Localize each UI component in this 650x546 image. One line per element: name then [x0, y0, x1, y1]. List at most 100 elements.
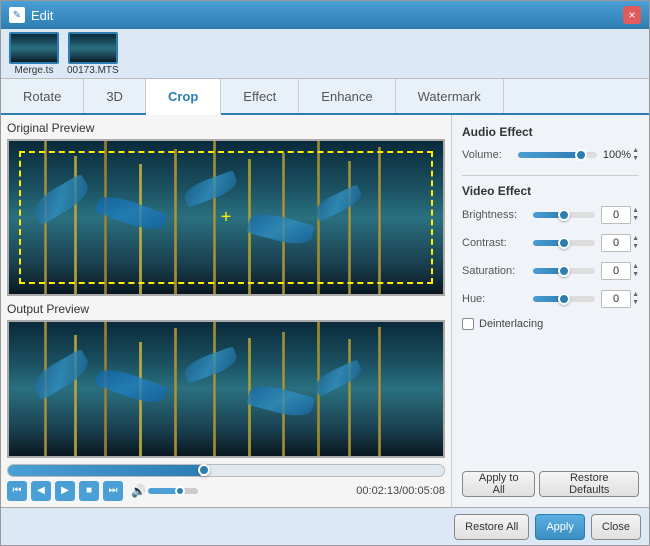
restore-defaults-button[interactable]: Restore Defaults — [539, 471, 639, 497]
tab-enhance[interactable]: Enhance — [299, 79, 395, 113]
hue-thumb[interactable] — [558, 293, 570, 305]
contrast-value-box: ▲ ▼ — [601, 234, 639, 252]
edit-window: ✎ Edit × Merge.ts 00173.MTS Rotate 3D Cr… — [0, 0, 650, 546]
volume-slider-track[interactable] — [518, 152, 597, 158]
brightness-down[interactable]: ▼ — [632, 215, 639, 223]
brightness-slider[interactable] — [533, 212, 595, 218]
saturation-input[interactable] — [601, 262, 631, 280]
volume-icon: 🔊 — [131, 484, 146, 498]
apply-to-all-button[interactable]: Apply to All — [462, 471, 535, 497]
saturation-up[interactable]: ▲ — [632, 263, 639, 271]
preview-panel: Original Preview — [1, 115, 451, 507]
hue-input[interactable] — [601, 290, 631, 308]
saturation-slider[interactable] — [533, 268, 595, 274]
volume-label: Volume: — [462, 149, 512, 161]
audio-effect-title: Audio Effect — [462, 125, 639, 139]
original-preview-video: + — [7, 139, 445, 296]
deinterlacing-label: Deinterlacing — [479, 318, 543, 330]
hue-spinner[interactable]: ▲ ▼ — [632, 291, 639, 307]
volume-slider-thumb[interactable] — [575, 149, 587, 161]
hue-down[interactable]: ▼ — [632, 299, 639, 307]
files-bar: Merge.ts 00173.MTS — [1, 29, 649, 79]
skip-back-button[interactable]: ⏮ — [7, 481, 27, 501]
top-action-buttons: Apply to All Restore Defaults — [462, 471, 639, 497]
timeline-bar[interactable] — [7, 464, 445, 477]
volume-spinner[interactable]: ▲ ▼ — [632, 147, 639, 163]
file-label-mts: 00173.MTS — [67, 65, 119, 76]
divider-1 — [462, 175, 639, 176]
bottom-bar: Restore All Apply Close — [1, 507, 649, 545]
volume-thumb[interactable] — [175, 486, 185, 496]
time-display: 00:02:13/00:05:08 — [356, 485, 445, 497]
volume-slider[interactable] — [148, 488, 198, 494]
file-item-mts[interactable]: 00173.MTS — [67, 32, 119, 76]
close-icon[interactable]: × — [623, 6, 641, 24]
app-icon: ✎ — [9, 7, 25, 23]
stop-button[interactable]: ■ — [79, 481, 99, 501]
timeline-thumb[interactable] — [198, 464, 210, 476]
saturation-thumb[interactable] — [558, 265, 570, 277]
contrast-down[interactable]: ▼ — [632, 243, 639, 251]
volume-area: 🔊 — [131, 484, 198, 498]
play-button[interactable]: ▶ — [55, 481, 75, 501]
file-thumb-merge — [9, 32, 59, 64]
hue-label: Hue: — [462, 293, 527, 305]
tabs-bar: Rotate 3D Crop Effect Enhance Watermark — [1, 79, 649, 115]
file-label-merge: Merge.ts — [15, 65, 54, 76]
original-preview-label: Original Preview — [7, 121, 445, 135]
saturation-value-box: ▲ ▼ — [601, 262, 639, 280]
tab-crop[interactable]: Crop — [146, 79, 221, 115]
controls-bar: ⏮ ◀ ▶ ■ ⏭ 🔊 00:02:13/00:05:08 — [7, 481, 445, 501]
play-back-button[interactable]: ◀ — [31, 481, 51, 501]
crop-crosshair: + — [221, 207, 232, 228]
brightness-thumb[interactable] — [558, 209, 570, 221]
output-preview-label: Output Preview — [7, 302, 445, 316]
contrast-label: Contrast: — [462, 237, 527, 249]
contrast-row: Contrast: ▲ ▼ — [462, 234, 639, 252]
right-panel: Audio Effect Volume: 100% ▲ ▼ Video Effe… — [451, 115, 649, 507]
file-item-merge[interactable]: Merge.ts — [9, 32, 59, 76]
output-scene — [9, 322, 443, 456]
volume-value: 100% ▲ ▼ — [603, 147, 639, 163]
deinterlacing-checkbox[interactable] — [462, 318, 474, 330]
brightness-row: Brightness: ▲ ▼ — [462, 206, 639, 224]
contrast-spinner[interactable]: ▲ ▼ — [632, 235, 639, 251]
apply-button[interactable]: Apply — [535, 514, 585, 540]
brightness-spinner[interactable]: ▲ ▼ — [632, 207, 639, 223]
original-scene: + — [9, 141, 443, 294]
bottom-buttons: Restore All Apply Close — [9, 514, 641, 540]
hue-slider[interactable] — [533, 296, 595, 302]
brightness-value-box: ▲ ▼ — [601, 206, 639, 224]
restore-all-button[interactable]: Restore All — [454, 514, 529, 540]
contrast-input[interactable] — [601, 234, 631, 252]
contrast-thumb[interactable] — [558, 237, 570, 249]
tab-watermark[interactable]: Watermark — [396, 79, 504, 113]
saturation-down[interactable]: ▼ — [632, 271, 639, 279]
volume-up-arrow[interactable]: ▲ — [632, 147, 639, 155]
close-button[interactable]: Close — [591, 514, 641, 540]
tab-rotate[interactable]: Rotate — [1, 79, 84, 113]
hue-value-box: ▲ ▼ — [601, 290, 639, 308]
skip-fwd-button[interactable]: ⏭ — [103, 481, 123, 501]
hue-up[interactable]: ▲ — [632, 291, 639, 299]
brightness-input[interactable] — [601, 206, 631, 224]
volume-row: Volume: 100% ▲ ▼ — [462, 147, 639, 163]
timeline-fill — [8, 465, 204, 476]
saturation-spinner[interactable]: ▲ ▼ — [632, 263, 639, 279]
file-thumb-mts — [68, 32, 118, 64]
volume-slider-fill — [518, 152, 581, 158]
contrast-slider[interactable] — [533, 240, 595, 246]
output-preview-video — [7, 320, 445, 458]
volume-down-arrow[interactable]: ▼ — [632, 155, 639, 163]
tab-effect[interactable]: Effect — [221, 79, 299, 113]
video-effect-title: Video Effect — [462, 184, 639, 198]
contrast-up[interactable]: ▲ — [632, 235, 639, 243]
brightness-up[interactable]: ▲ — [632, 207, 639, 215]
hue-row: Hue: ▲ ▼ — [462, 290, 639, 308]
window-title: Edit — [31, 8, 623, 23]
thumb-scene — [11, 34, 57, 62]
brightness-label: Brightness: — [462, 209, 527, 221]
tab-3d[interactable]: 3D — [84, 79, 146, 113]
saturation-label: Saturation: — [462, 265, 527, 277]
deinterlacing-row: Deinterlacing — [462, 318, 639, 330]
